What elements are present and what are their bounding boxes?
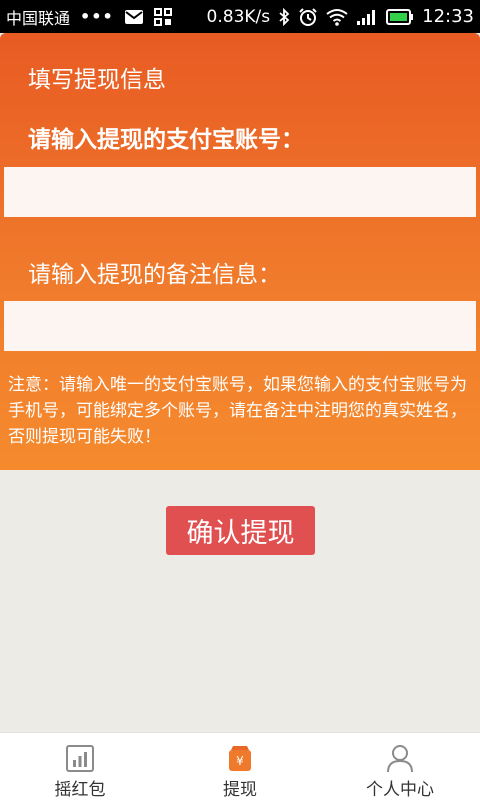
- status-bar: 中国联通 ••• 0.83K/s 12:33: [0, 0, 480, 33]
- confirm-withdraw-button[interactable]: 确认提现: [166, 506, 315, 555]
- tab-withdraw[interactable]: ¥ 提现: [160, 733, 320, 800]
- carrier-name: 中国联通: [6, 8, 71, 28]
- network-speed: 0.83K/s: [206, 6, 271, 27]
- wifi-icon: [326, 8, 348, 26]
- user-icon: [387, 745, 413, 773]
- wallet-yen-icon: ¥: [229, 746, 251, 771]
- clock: 12:33: [422, 6, 474, 27]
- status-bar-right: 0.83K/s 12:33: [207, 6, 474, 27]
- remark-label: 请输入提现的备注信息：: [28, 262, 281, 288]
- tab-shake-redpacket[interactable]: 摇红包: [0, 733, 160, 800]
- mail-icon: [124, 9, 143, 24]
- status-bar-left: 中国联通 •••: [6, 5, 172, 29]
- tab-label: 提现: [223, 780, 257, 800]
- notification-dots: •••: [80, 7, 114, 26]
- alarm-icon: [299, 7, 317, 26]
- tab-label: 个人中心: [366, 780, 434, 800]
- tab-label: 摇红包: [54, 780, 106, 800]
- remark-input[interactable]: [4, 301, 476, 351]
- signal-icon: [357, 9, 376, 25]
- screen: 中国联通 ••• 0.83K/s 12:33 填写提现信息 请输入提现的支付宝账…: [0, 0, 480, 800]
- alipay-account-label: 请输入提现的支付宝账号：: [28, 127, 304, 153]
- battery-icon: [386, 8, 414, 25]
- tab-profile[interactable]: 个人中心: [320, 733, 480, 800]
- bottom-tab-bar: 摇红包 ¥ 提现 个人中心: [0, 732, 480, 800]
- chart-icon: [66, 745, 94, 772]
- notice-text: 注意：请输入唯一的支付宝账号，如果您输入的支付宝账号为手机号，可能绑定多个账号，…: [8, 375, 467, 447]
- svg-text:¥: ¥: [236, 754, 244, 768]
- grid-app-icon: [153, 7, 172, 26]
- page-title: 填写提现信息: [28, 67, 166, 93]
- bluetooth-icon: [279, 7, 290, 26]
- alipay-account-input[interactable]: [4, 167, 476, 217]
